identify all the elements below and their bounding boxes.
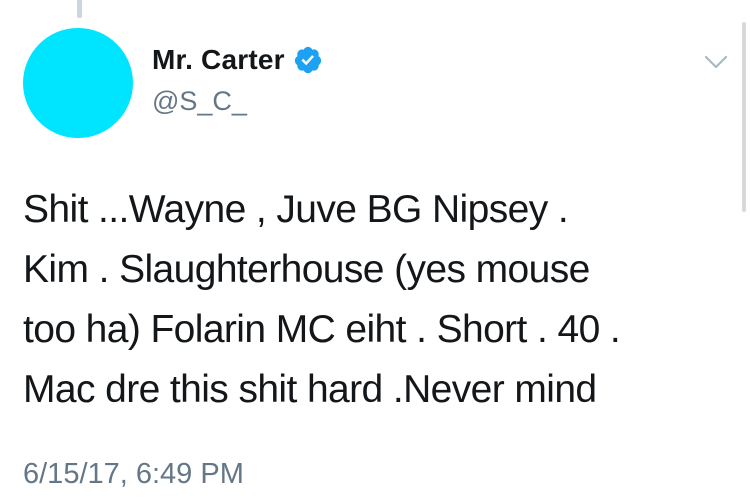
tweet-text-line: Shit ...Wayne , Juve BG Nipsey . xyxy=(23,188,569,231)
scrollbar[interactable] xyxy=(742,22,746,212)
avatar[interactable] xyxy=(23,28,133,138)
tweet-text: Shit ...Wayne , Juve BG Nipsey . Kim . S… xyxy=(23,180,733,420)
author-display-name[interactable]: Mr. Carter xyxy=(152,44,285,76)
tweet-text-line: Kim . Slaughterhouse (yes mouse xyxy=(23,248,590,291)
verified-badge-icon xyxy=(294,46,321,74)
tweet-text-line: too ha) Folarin MC eiht . Short . 40 . xyxy=(23,308,621,351)
chevron-down-icon[interactable] xyxy=(704,54,728,70)
tweet-text-line: Mac dre this shit hard .Never mind xyxy=(23,368,597,411)
author-handle[interactable]: @S_C_ xyxy=(152,86,247,117)
tweet-timestamp[interactable]: 6/15/17, 6:49 PM xyxy=(23,458,244,491)
thread-connector-line xyxy=(77,0,82,18)
author-name-row[interactable]: Mr. Carter xyxy=(152,42,323,78)
